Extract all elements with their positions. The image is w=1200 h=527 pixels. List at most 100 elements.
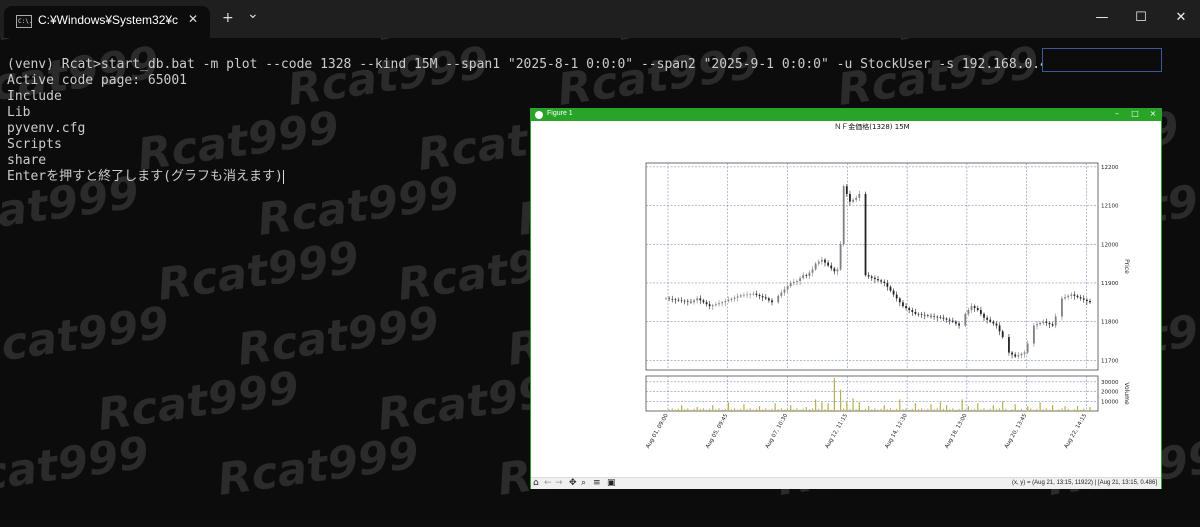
candle-body	[1023, 352, 1026, 354]
tab-dropdown-icon[interactable]: ⌄	[247, 6, 259, 22]
candle-body	[1011, 352, 1013, 355]
candle-body	[671, 298, 674, 300]
watermark-text: Rcat999	[0, 427, 152, 506]
candle-body	[889, 286, 892, 291]
candle-body	[948, 319, 951, 321]
candle-body	[699, 298, 702, 301]
output-line: Include	[7, 89, 62, 104]
pan-icon[interactable]: ✥	[569, 478, 577, 488]
zoom-icon[interactable]: ⌕	[581, 478, 586, 488]
candle-body	[973, 306, 976, 309]
candle-body	[833, 268, 836, 272]
candle-body	[995, 323, 998, 326]
candle-body	[708, 304, 711, 307]
candle-body	[1008, 337, 1010, 353]
price-axes	[645, 162, 1099, 371]
candle-body	[873, 277, 876, 280]
candle-body	[1001, 331, 1004, 338]
x-tick-label: Aug 05, 09:45	[705, 413, 730, 450]
candle-body	[839, 244, 842, 270]
candle-body	[1079, 297, 1082, 299]
candle-body	[933, 316, 936, 317]
tab-close-icon[interactable]: ✕	[188, 12, 198, 26]
candle-body	[783, 289, 786, 293]
watermark-text: Rcat999	[0, 297, 172, 376]
candle-body	[895, 294, 898, 299]
candle-body	[951, 320, 954, 322]
figure-close-icon[interactable]: ×	[1147, 109, 1159, 118]
subplots-icon[interactable]: ≡	[593, 478, 601, 488]
candle-body	[836, 269, 839, 272]
candle-body	[777, 295, 780, 303]
candle-body	[1042, 321, 1045, 323]
candle-body	[964, 313, 967, 326]
candle-body	[1067, 295, 1070, 298]
figure-maximize-icon[interactable]: □	[1129, 109, 1141, 118]
minimize-icon[interactable]: —	[1092, 10, 1112, 25]
candle-body	[898, 298, 901, 303]
candle-body	[983, 313, 985, 318]
candle-body	[1017, 355, 1020, 357]
candle-body	[1026, 343, 1029, 353]
close-icon[interactable]: ✕	[1171, 10, 1191, 25]
candle-body	[1036, 324, 1038, 326]
figure-window[interactable]: Figure 1 – □ × ＮＦ金価格(1328) 15M Aug 01, 09…	[530, 108, 1162, 489]
matplotlib-icon	[535, 111, 543, 119]
price-chart[interactable]: ＮＦ金価格(1328) 15M Aug 01, 09:00 Aug 05, 09:4…	[531, 121, 1161, 477]
volume-tick-label: 10000	[1101, 399, 1119, 405]
candle-body	[746, 294, 748, 296]
save-icon[interactable]: ▣	[607, 478, 616, 488]
candle-body	[998, 325, 1001, 332]
password-input-box[interactable]	[1042, 48, 1162, 72]
candle-body	[1048, 322, 1051, 325]
candle-body	[1064, 297, 1066, 299]
candle-body	[736, 296, 739, 298]
candle-body	[1070, 294, 1073, 296]
x-tick-label: Aug 22, 14:15	[1064, 413, 1089, 450]
candle-body	[796, 281, 798, 282]
candle-body	[817, 261, 820, 264]
candle-body	[926, 315, 929, 316]
candle-body	[1076, 295, 1079, 298]
candle-body	[789, 282, 792, 287]
y-tick-label: 12000	[1101, 242, 1119, 248]
prompt-text: Enterを押すと終了します(グラフも消えます)	[7, 169, 283, 184]
candle-body	[842, 186, 845, 245]
candle-body	[942, 317, 945, 319]
figure-title: Figure 1	[547, 110, 573, 117]
y-tick-label: 12100	[1101, 204, 1119, 210]
candle-body	[780, 292, 783, 296]
candle-body	[920, 314, 923, 315]
candle-body	[755, 293, 758, 295]
volume-axes	[645, 375, 1099, 412]
candle-body	[733, 297, 736, 299]
candle-body	[799, 278, 801, 282]
candle-body	[976, 308, 979, 311]
candle-body	[811, 269, 814, 273]
maximize-icon[interactable]: ☐	[1131, 10, 1151, 25]
x-tick-label: Aug 01, 09:00	[645, 413, 670, 450]
candle-body	[992, 321, 995, 324]
back-icon[interactable]: ←	[544, 478, 552, 488]
candle-body	[867, 275, 870, 277]
forward-icon[interactable]: →	[555, 478, 563, 488]
home-icon[interactable]: ⌂	[533, 478, 539, 488]
price-axis-label: Price	[1123, 259, 1130, 274]
terminal-tab[interactable]: C:\. C:¥Windows¥System32¥cmd.e ✕	[4, 6, 210, 38]
candle-body	[727, 299, 730, 302]
candle-body	[705, 302, 708, 305]
candle-body	[771, 300, 773, 303]
candle-body	[1073, 294, 1076, 296]
candle-body	[886, 282, 889, 287]
figure-minimize-icon[interactable]: –	[1111, 109, 1123, 118]
candle-body	[830, 265, 833, 269]
candle-body	[792, 281, 795, 283]
x-tick-label: Aug 07, 10:30	[765, 413, 790, 450]
candle-body	[714, 304, 717, 306]
candle-body	[967, 310, 970, 314]
candle-body	[852, 199, 854, 202]
new-tab-icon[interactable]: +	[222, 10, 234, 26]
candle-body	[1061, 298, 1063, 317]
candle-body	[986, 317, 989, 320]
candle-body	[1020, 353, 1023, 356]
